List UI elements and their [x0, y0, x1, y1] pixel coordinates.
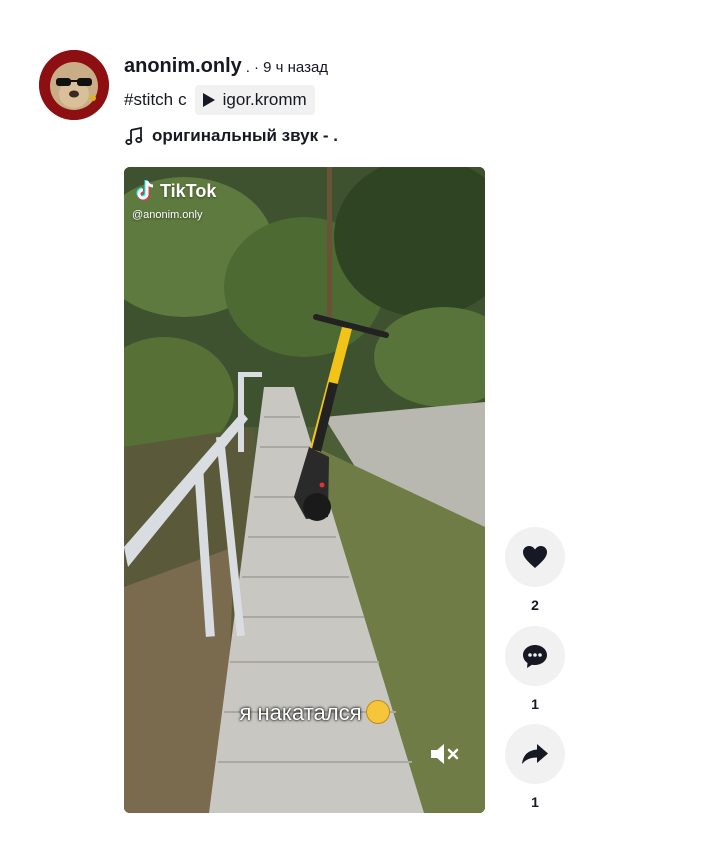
stitch-source-user: igor.kromm	[222, 90, 307, 109]
like-count: 2	[531, 597, 539, 613]
post-time: · 9 ч назад	[253, 59, 329, 76]
comment-button[interactable]	[505, 626, 565, 686]
sound-link[interactable]: оригинальный звук - .	[124, 125, 338, 147]
stitch-with-label: с	[178, 90, 187, 109]
watermark-brand: TikTok	[160, 180, 217, 201]
share-button[interactable]	[505, 724, 565, 784]
shushing-face-emoji	[365, 700, 390, 724]
tiktok-watermark: TikTok	[134, 179, 216, 203]
like-action: 2	[505, 527, 565, 613]
video-player[interactable]: TikTok @anonim.only я накатался	[124, 167, 485, 813]
watermark-handle: @anonim.only	[132, 209, 203, 221]
stitch-source-chip[interactable]: igor.kromm	[194, 85, 315, 115]
hashtag-link[interactable]: #stitch	[124, 90, 173, 110]
share-action: 1	[505, 724, 565, 810]
mute-icon[interactable]	[429, 741, 461, 767]
video-subtitle: я накатался	[124, 700, 485, 726]
comment-count: 1	[531, 696, 539, 712]
video-subtitle-text: я накатался	[239, 700, 362, 725]
music-icon	[125, 126, 143, 145]
comment-action: 1	[505, 626, 565, 712]
avatar-image	[39, 50, 109, 120]
avatar[interactable]	[39, 50, 109, 120]
username-link[interactable]: anonim.only	[124, 55, 242, 78]
comment-icon	[523, 645, 547, 668]
share-icon	[522, 744, 548, 764]
tiktok-logo-icon	[136, 180, 154, 201]
play-icon	[202, 93, 215, 107]
sound-name: оригинальный звук - .	[152, 126, 338, 145]
username-separator: .	[245, 59, 250, 76]
post-header: anonim.only . · 9 ч назад	[124, 55, 328, 79]
heart-icon	[523, 546, 547, 568]
like-button[interactable]	[505, 527, 565, 587]
share-count: 1	[531, 794, 539, 810]
caption: #stitch с igor.kromm	[124, 85, 315, 115]
